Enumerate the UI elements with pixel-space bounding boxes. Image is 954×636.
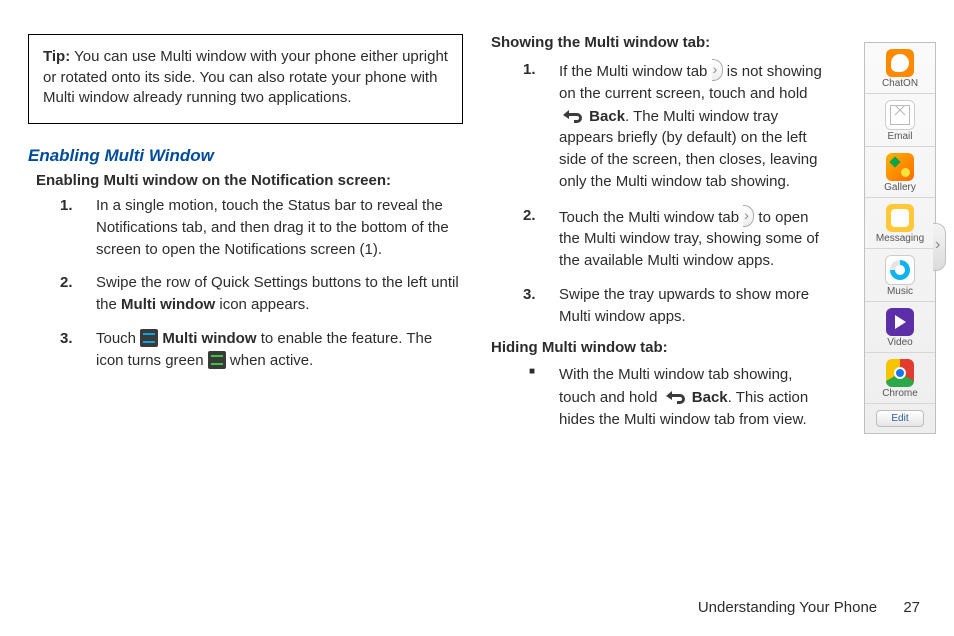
show-step-1: If the Multi window tab is not showing o… [523,59,826,193]
enable-step-1: In a single motion, touch the Status bar… [60,195,463,260]
tray-app-label: Video [865,338,935,348]
tray-app-messaging[interactable]: Messaging [865,198,935,249]
right-column: Showing the Multi window tab: If the Mul… [491,34,826,540]
gallery-icon [886,153,914,181]
back-icon [559,105,585,125]
show-steps: If the Multi window tab is not showing o… [491,59,826,327]
step-text: icon appears. [215,296,309,313]
step-text: In a single motion, touch the Status bar… [96,197,449,258]
tip-prefix: Tip: [43,48,70,65]
tray-app-label: Chrome [865,389,935,399]
bold-text: Back [692,389,728,406]
tip-text: You can use Multi window with your phone… [43,48,448,106]
tray-app-email[interactable]: Email [865,94,935,147]
step-text: Touch [96,330,140,347]
bold-text: Multi window [158,330,256,347]
footer-section: Understanding Your Phone [698,599,877,616]
tip-box: Tip: You can use Multi window with your … [28,34,463,124]
page-body: Tip: You can use Multi window with your … [0,0,954,540]
tray-app-label: ChatON [865,79,935,89]
tray-edit-button[interactable]: Edit [876,410,924,427]
tray-app-video[interactable]: Video [865,302,935,353]
back-icon [662,386,688,406]
bold-text: Back [589,108,625,125]
multiwindow-icon-active [208,351,226,369]
bold-text: Multi window [121,296,215,313]
show-step-3: Swipe the tray upwards to show more Mult… [523,284,826,328]
tray-handle-icon[interactable] [933,223,946,271]
multiwindow-tray: ChatON Email Gallery Messaging Music Vid… [864,42,936,434]
subhead-showing-tab: Showing the Multi window tab: [491,34,826,51]
email-icon [885,100,915,130]
tray-app-label: Messaging [865,234,935,244]
step-text: If the Multi window tab [559,63,712,80]
video-icon [886,308,914,336]
enable-step-2: Swipe the row of Quick Settings buttons … [60,272,463,316]
left-column: Tip: You can use Multi window with your … [28,34,463,540]
music-icon [885,255,915,285]
tray-app-gallery[interactable]: Gallery [865,147,935,198]
multiwindow-icon [140,329,158,347]
subhead-hiding-tab: Hiding Multi window tab: [491,339,826,356]
tray-app-chaton[interactable]: ChatON [865,43,935,94]
enable-steps: In a single motion, touch the Status bar… [28,195,463,371]
tray-app-music[interactable]: Music [865,249,935,302]
step-text: Swipe the tray upwards to show more Mult… [559,286,809,325]
enable-step-3: Touch Multi window to enable the feature… [60,328,463,372]
chaton-icon [886,49,914,77]
tray-app-label: Email [865,132,935,142]
heading-enabling-multi-window: Enabling Multi Window [28,146,463,166]
multiwindow-tab-icon [712,59,723,81]
multiwindow-tab-icon [743,205,754,227]
messaging-icon [886,204,914,232]
footer-page-number: 27 [903,599,920,616]
show-step-2: Touch the Multi window tab to open the M… [523,205,826,272]
hide-bullet-1: With the Multi window tab showing, touch… [523,364,826,430]
tray-app-label: Music [865,287,935,297]
step-text: when active. [226,352,314,369]
page-footer: Understanding Your Phone 27 [698,599,920,616]
hide-bullets: With the Multi window tab showing, touch… [491,364,826,430]
tray-app-label: Gallery [865,183,935,193]
step-text: Touch the Multi window tab [559,209,743,226]
subhead-enable-notification: Enabling Multi window on the Notificatio… [36,172,463,189]
tray-app-chrome[interactable]: Chrome [865,353,935,404]
chrome-icon [886,359,914,387]
